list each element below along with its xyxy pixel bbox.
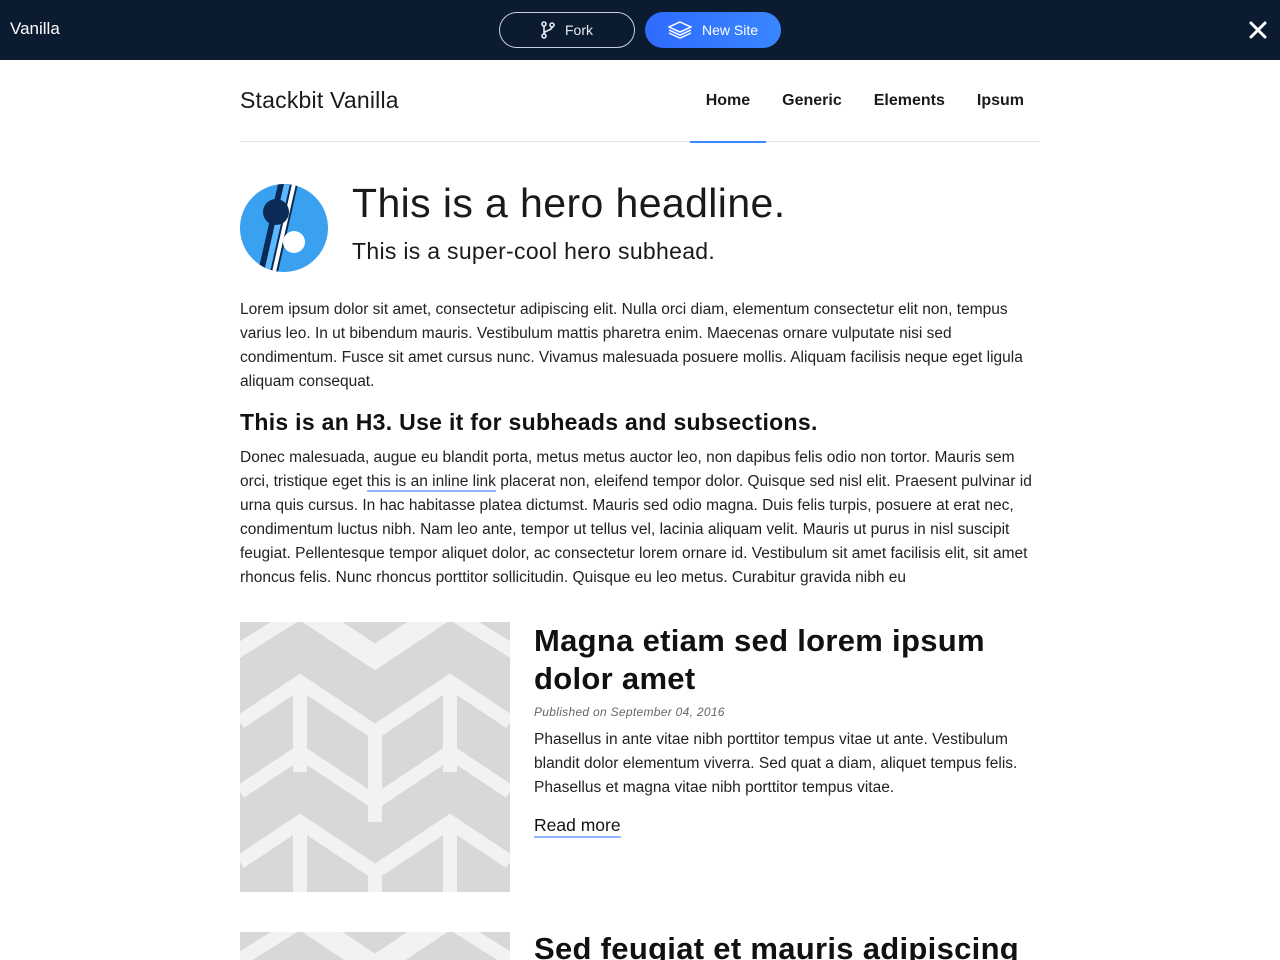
new-site-button[interactable]: New Site — [645, 12, 781, 48]
post-date: Published on September 04, 2016 — [534, 705, 725, 719]
git-fork-icon — [541, 21, 555, 39]
stack-layers-icon — [667, 21, 692, 39]
hexagon-pattern-image — [240, 622, 510, 892]
hero-subhead: This is a super-cool hero subhead. — [352, 238, 716, 264]
post-title[interactable]: Sed feugiat et mauris adipiscing — [534, 930, 1034, 960]
fork-button-label: Fork — [565, 22, 593, 38]
site-logo[interactable]: Stackbit Vanilla — [240, 87, 399, 114]
main-nav: Home Generic Elements Ipsum — [689, 60, 1040, 143]
app-title: Vanilla — [10, 19, 60, 38]
inline-link[interactable]: this is an inline link — [366, 473, 496, 492]
new-site-button-label: New Site — [701, 22, 759, 38]
nav-item-elements[interactable]: Elements — [858, 60, 961, 142]
body-paragraph: Donec malesuada, augue eu blandit porta,… — [240, 446, 1040, 590]
site-header: Stackbit Vanilla Home Generic Elements I… — [240, 60, 1040, 143]
hero-logo-icon — [240, 184, 328, 272]
nav-item-generic[interactable]: Generic — [766, 60, 858, 142]
post-thumbnail[interactable] — [240, 932, 510, 960]
hexagon-pattern-image — [240, 932, 510, 960]
read-more-link[interactable]: Read more — [534, 814, 621, 838]
close-icon[interactable] — [1247, 18, 1269, 42]
section-subhead: This is an H3. Use it for subheads and s… — [240, 409, 818, 435]
post-thumbnail[interactable] — [240, 622, 510, 892]
nav-item-home[interactable]: Home — [689, 60, 767, 143]
fork-button[interactable]: Fork — [499, 12, 635, 48]
nav-item-label: Home — [705, 92, 751, 109]
nav-item-label: Generic — [782, 92, 842, 109]
nav-item-label: Ipsum — [976, 92, 1024, 109]
post-title[interactable]: Magna etiam sed lorem ipsum dolor amet — [534, 622, 1034, 698]
post-excerpt: Phasellus in ante vitae nibh porttitor t… — [534, 731, 1018, 796]
nav-item-ipsum[interactable]: Ipsum — [961, 60, 1040, 142]
top-bar: Vanilla Fork New Site — [0, 0, 1280, 60]
intro-paragraph: Lorem ipsum dolor sit amet, consectetur … — [240, 301, 1023, 390]
hero-headline: This is a hero headline. — [352, 180, 786, 226]
nav-item-label: Elements — [873, 92, 945, 109]
